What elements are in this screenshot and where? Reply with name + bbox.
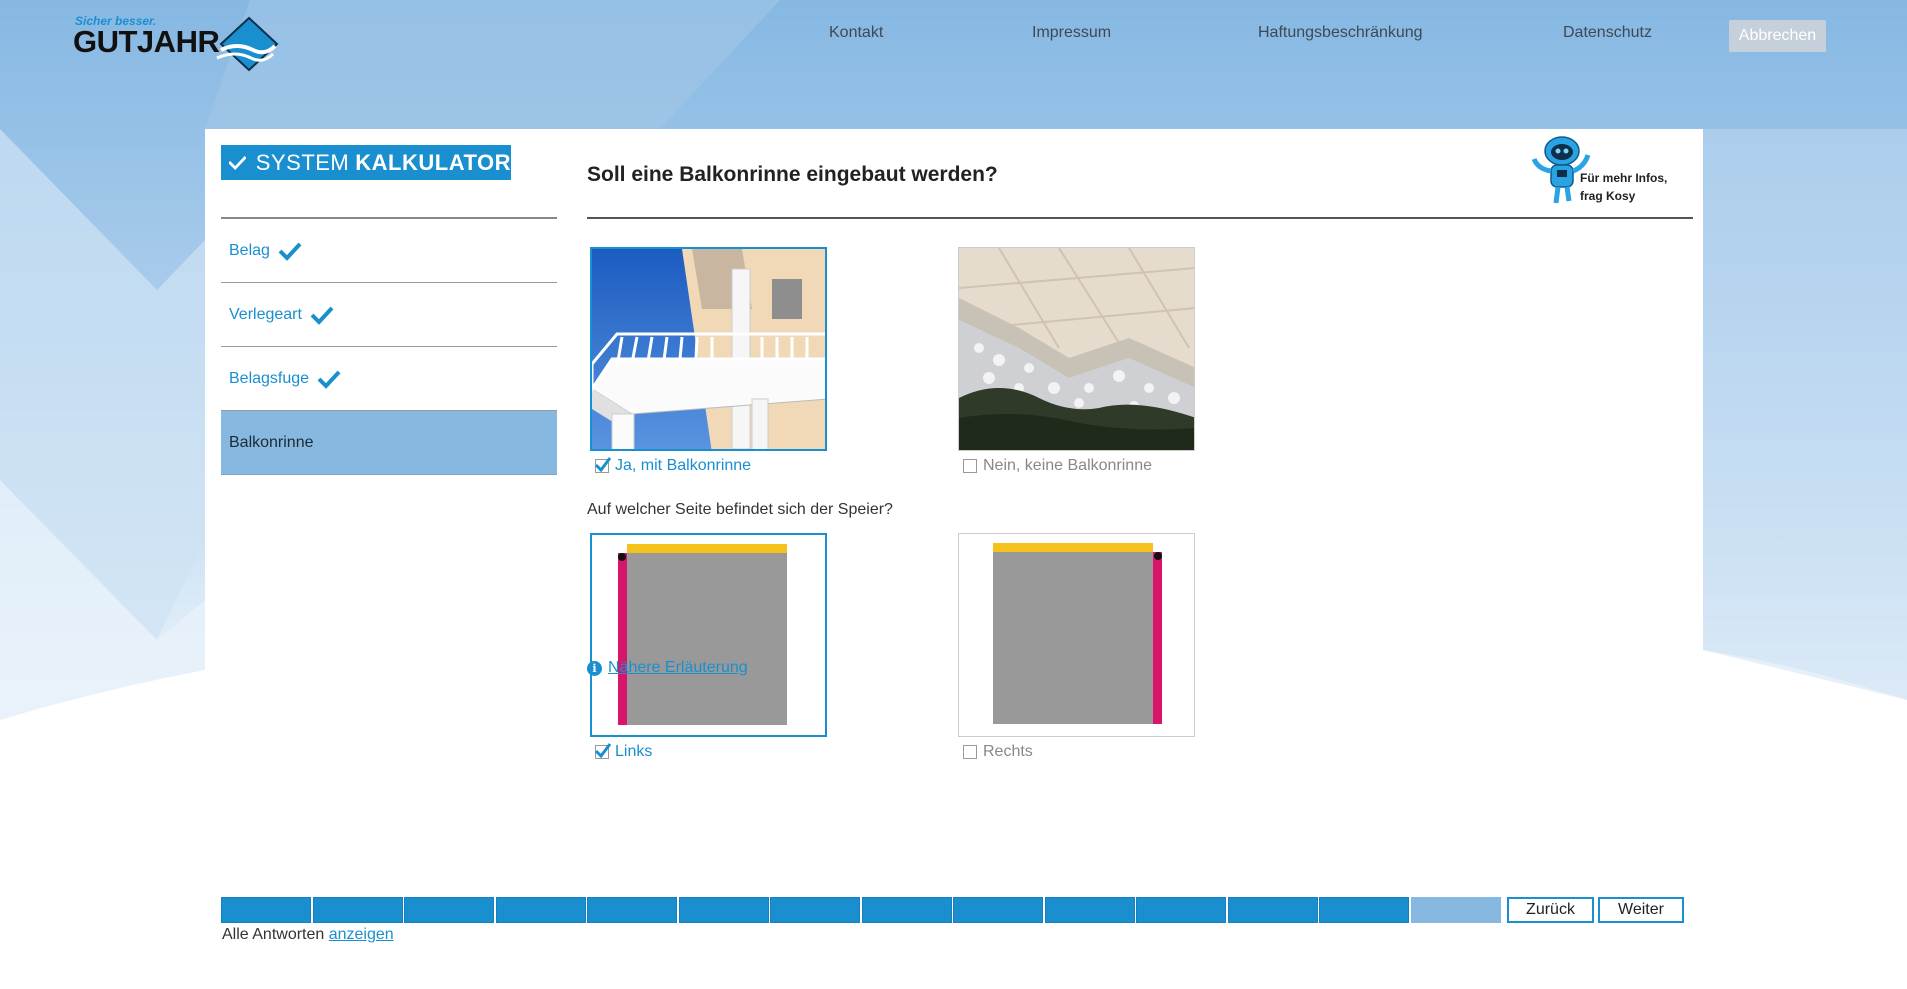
check-icon xyxy=(594,743,612,759)
checkbox-checked[interactable] xyxy=(594,743,612,759)
progress-step-done xyxy=(1227,897,1318,923)
balcony-photo xyxy=(592,249,825,449)
kosy-hint-line2: frag Kosy xyxy=(1580,189,1636,203)
checkbox-unchecked[interactable] xyxy=(963,459,977,473)
info-icon: i xyxy=(587,660,602,676)
progress-step-done xyxy=(770,897,860,923)
sidebar-item-belagsfuge[interactable]: Belagsfuge xyxy=(221,347,557,411)
progress-bar xyxy=(221,897,1502,923)
balcony-image[interactable] xyxy=(590,247,827,451)
system-kalkulator-brand: SYSTEM KALKULATOR xyxy=(221,145,511,180)
progress-step-done xyxy=(221,897,311,923)
check-icon xyxy=(278,242,302,261)
nav-haftungsbeschraenkung[interactable]: Haftungsbeschränkung xyxy=(1258,24,1423,42)
checkbox-unchecked[interactable] xyxy=(963,745,977,759)
step-sidebar: Belag Verlegeart Belagsfuge Balkonrinne xyxy=(221,219,557,475)
speier-left-diagram[interactable] xyxy=(590,533,827,737)
progress-step-todo xyxy=(1410,897,1501,923)
next-button[interactable]: Weiter xyxy=(1598,897,1684,923)
sidebar-item-balkonrinne[interactable]: Balkonrinne xyxy=(221,411,557,475)
terrace-photo xyxy=(959,248,1194,450)
progress-step-done xyxy=(587,897,677,923)
question-title: Soll eine Balkonrinne eingebaut werden? xyxy=(587,163,998,186)
progress-step-done xyxy=(1319,897,1409,923)
option-rechts[interactable]: Rechts xyxy=(958,533,1195,761)
speier-right-diagram[interactable] xyxy=(958,533,1195,737)
kosy-hint-line1: Für mehr Infos, xyxy=(1580,171,1668,185)
option-label-text: Rechts xyxy=(983,743,1033,760)
check-icon xyxy=(317,370,341,389)
progress-step-done xyxy=(1044,897,1135,923)
option-links[interactable]: Links xyxy=(590,533,827,761)
speier-right-illustration xyxy=(959,534,1194,736)
checkmark-icon xyxy=(229,155,246,170)
calculator-panel: SYSTEM KALKULATOR Belag Verlegeart Belag… xyxy=(205,129,1703,989)
sidebar-item-label: Belagsfuge xyxy=(229,369,310,387)
sidebar-item-belag[interactable]: Belag xyxy=(221,219,557,283)
progress-step-done xyxy=(678,897,769,923)
nav-impressum[interactable]: Impressum xyxy=(1032,24,1111,42)
progress-step-done xyxy=(312,897,403,923)
sidebar-item-label: Verlegeart xyxy=(229,305,302,323)
top-navigation: Kontakt Impressum Haftungsbeschränkung D… xyxy=(0,24,1907,48)
explanation-link[interactable]: Nähere Erläuterung xyxy=(608,659,748,677)
all-answers-row: Alle Antworten anzeigen xyxy=(222,926,394,944)
kosy-hint[interactable]: Für mehr Infos, frag Kosy xyxy=(1580,169,1667,205)
question-divider xyxy=(587,217,1693,219)
option-label[interactable]: Nein, keine Balkonrinne xyxy=(958,457,1195,475)
check-icon xyxy=(594,457,612,473)
checkbox-checked[interactable] xyxy=(594,457,612,473)
all-answers-text: Alle Antworten xyxy=(222,926,325,943)
cancel-button[interactable]: Abbrechen xyxy=(1729,20,1826,52)
sidebar-item-label: Balkonrinne xyxy=(229,433,314,451)
nav-datenschutz[interactable]: Datenschutz xyxy=(1563,24,1652,42)
progress-step-done xyxy=(404,897,494,923)
option-ja-balkonrinne[interactable]: Ja, mit Balkonrinne xyxy=(590,247,827,475)
option-nein-balkonrinne[interactable]: Nein, keine Balkonrinne xyxy=(958,247,1195,475)
brand-word-kalkulator: KALKULATOR xyxy=(355,149,511,175)
option-label[interactable]: Ja, mit Balkonrinne xyxy=(590,457,827,475)
brand-word-system: SYSTEM xyxy=(255,149,350,175)
sidebar-item-label: Belag xyxy=(229,241,270,259)
speier-left-illustration xyxy=(592,535,825,735)
check-icon xyxy=(310,306,334,325)
option-label[interactable]: Rechts xyxy=(958,743,1195,761)
terrace-gravel-image[interactable] xyxy=(958,247,1195,451)
progress-step-done xyxy=(861,897,952,923)
show-all-answers-link[interactable]: anzeigen xyxy=(329,926,394,943)
speier-question: Auf welcher Seite befindet sich der Spei… xyxy=(587,501,893,518)
progress-step-done xyxy=(495,897,586,923)
progress-step-done xyxy=(1136,897,1226,923)
option-label-text: Ja, mit Balkonrinne xyxy=(615,457,752,474)
sidebar-item-verlegeart[interactable]: Verlegeart xyxy=(221,283,557,347)
progress-step-done xyxy=(953,897,1043,923)
option-label-text: Nein, keine Balkonrinne xyxy=(983,457,1152,474)
nav-kontakt[interactable]: Kontakt xyxy=(829,24,883,42)
option-label-text: Links xyxy=(615,743,653,760)
explanation-row: i Nähere Erläuterung xyxy=(587,659,748,677)
back-button[interactable]: Zurück xyxy=(1507,897,1594,923)
option-label[interactable]: Links xyxy=(590,743,827,761)
